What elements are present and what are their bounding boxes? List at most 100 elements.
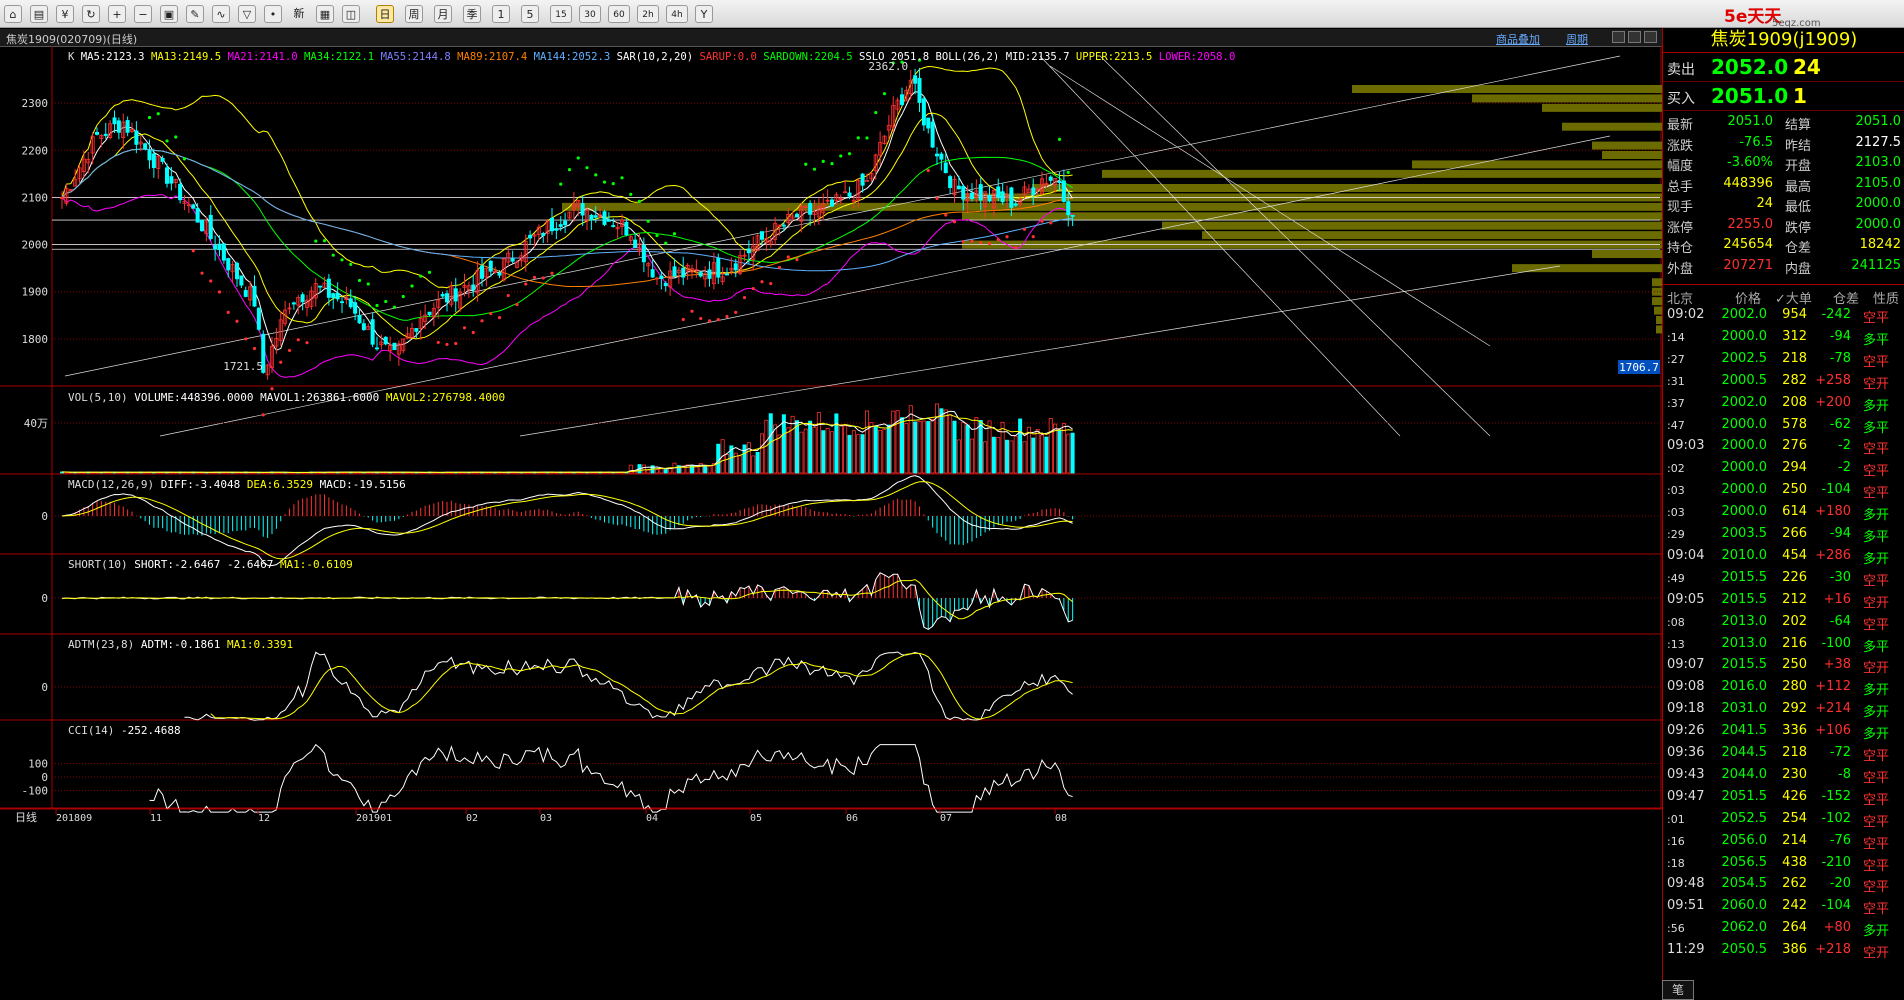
candle-body <box>747 249 750 253</box>
period-button-0[interactable]: 日 <box>376 5 394 23</box>
tick-row[interactable]: :132013.0216-100多平 <box>1663 633 1904 655</box>
volume-profile-bar <box>1562 123 1662 131</box>
table-icon[interactable]: ▦ <box>316 5 334 23</box>
tick-row[interactable]: :292003.5266-94多平 <box>1663 523 1904 545</box>
commodity-overlay-link[interactable]: 商品叠加 <box>1496 31 1540 47</box>
tick-row[interactable]: :472000.0578-62多平 <box>1663 414 1904 436</box>
sar-dot <box>192 249 195 252</box>
tick-row[interactable]: :182056.5438-210空平 <box>1663 852 1904 874</box>
candle-body <box>472 285 475 290</box>
news-icon[interactable]: • <box>264 5 282 23</box>
filter-icon[interactable]: ▽ <box>238 5 256 23</box>
tick-row[interactable]: :272002.5218-78空平 <box>1663 348 1904 370</box>
candle-body <box>634 240 637 248</box>
tick-cell-d: +16 <box>1811 592 1851 607</box>
tick-row[interactable]: 09:052015.5212+16空开 <box>1663 589 1904 611</box>
candle-body <box>113 118 116 124</box>
sell-row[interactable]: 卖出 2052.0 24 <box>1663 53 1904 82</box>
analysis-icon[interactable]: ∿ <box>212 5 230 23</box>
tick-row[interactable]: 09:082016.0280+112多开 <box>1663 676 1904 698</box>
kline-chart-area[interactable]: 230022002100200019001800K MA5:2123.3 MA1… <box>0 46 1662 998</box>
tick-row[interactable]: :022000.0294-2空平 <box>1663 457 1904 479</box>
volume-bar <box>966 425 969 473</box>
window-minimize-button[interactable] <box>1612 31 1625 43</box>
cycle-link[interactable]: 周期 <box>1566 31 1588 47</box>
tick-row[interactable]: :032000.0250-104空平 <box>1663 479 1904 501</box>
refresh-icon[interactable]: ↻ <box>82 5 100 23</box>
stat-value: 2000.0 <box>1856 196 1902 211</box>
tick-row[interactable]: 11:292050.5386+218空开 <box>1663 939 1904 961</box>
candle-body <box>555 229 558 231</box>
stat-value: 241125 <box>1851 258 1901 273</box>
tick-row[interactable]: :142000.0312-94多平 <box>1663 326 1904 348</box>
period-button-6[interactable]: 15 <box>550 5 572 23</box>
news-button[interactable]: 新 <box>290 5 308 23</box>
candle-body <box>375 348 378 349</box>
tick-row[interactable]: :082013.0202-64空平 <box>1663 611 1904 633</box>
tick-row[interactable]: :312000.5282+258空开 <box>1663 370 1904 392</box>
tick-row[interactable]: :372002.0208+200多开 <box>1663 392 1904 414</box>
window-close-button[interactable] <box>1644 31 1657 43</box>
period-button-2[interactable]: 月 <box>434 5 452 23</box>
tick-tab[interactable]: 笔 <box>1662 980 1694 1000</box>
folder-icon[interactable]: ▤ <box>30 5 48 23</box>
buy-row[interactable]: 买入 2051.0 1 <box>1663 82 1904 111</box>
tick-cell-n: 空开 <box>1863 592 1903 611</box>
tick-row[interactable]: 09:072015.5250+38空开 <box>1663 654 1904 676</box>
money-icon[interactable]: ¥ <box>56 5 74 23</box>
window-restore-button[interactable] <box>1628 31 1641 43</box>
candle-body <box>209 215 212 238</box>
tick-row[interactable]: 09:042010.0454+286多开 <box>1663 545 1904 567</box>
period-button-7[interactable]: 30 <box>579 5 601 23</box>
tick-row[interactable]: :562062.0264+80多开 <box>1663 917 1904 939</box>
volume-bar <box>940 409 943 473</box>
sar-dot <box>585 166 588 169</box>
period-button-3[interactable]: 季 <box>463 5 481 23</box>
tick-row[interactable]: 09:362044.5218-72空平 <box>1663 742 1904 764</box>
tick-row[interactable]: 09:482054.5262-20空平 <box>1663 873 1904 895</box>
zoom-out-icon[interactable]: − <box>134 5 152 23</box>
window-icon[interactable]: ▣ <box>160 5 178 23</box>
tick-row[interactable]: :012052.5254-102空平 <box>1663 808 1904 830</box>
adtm_panel-header: ADTM(23,8) ADTM:-0.1861 MA1:0.3391 <box>68 638 293 651</box>
tick-row[interactable]: 09:032000.0276-2空平 <box>1663 435 1904 457</box>
tick-cell-n: 多开 <box>1863 723 1903 742</box>
tick-row[interactable]: 09:512060.0242-104空平 <box>1663 895 1904 917</box>
period-button-11[interactable]: Y <box>695 5 713 23</box>
sar-dot <box>244 337 247 340</box>
tick-row[interactable]: :032000.0614+180多开 <box>1663 501 1904 523</box>
price-tick-label: 2100 <box>22 191 49 204</box>
price-tick-label: 2000 <box>22 239 49 252</box>
volume-bar <box>883 429 886 473</box>
tick-cell-n: 空平 <box>1863 767 1903 786</box>
stat-value: 245654 <box>1723 237 1773 252</box>
candle-body <box>900 95 903 105</box>
home-icon[interactable]: ⌂ <box>4 5 22 23</box>
volume-profile-bar <box>562 203 1662 211</box>
tick-row[interactable]: :162056.0214-76空平 <box>1663 830 1904 852</box>
candle-body <box>594 216 597 218</box>
tick-row[interactable]: 09:432044.0230-8空平 <box>1663 764 1904 786</box>
sar-dot <box>1040 220 1043 223</box>
tick-row[interactable]: 09:182031.0292+214多开 <box>1663 698 1904 720</box>
candle-body <box>861 174 864 185</box>
period-button-8[interactable]: 60 <box>608 5 630 23</box>
period-button-4[interactable]: 1 <box>492 5 510 23</box>
zoom-in-icon[interactable]: + <box>108 5 126 23</box>
period-button-10[interactable]: 4h <box>666 5 688 23</box>
period-button-5[interactable]: 5 <box>521 5 539 23</box>
sar-dot <box>1032 235 1035 238</box>
quote-stat-row: 最新2051.0结算2051.0 <box>1663 112 1904 132</box>
tick-row[interactable]: 09:472051.5426-152空平 <box>1663 786 1904 808</box>
tick-row[interactable]: 09:022002.0954-242空平 <box>1663 304 1904 326</box>
tick-row[interactable]: :492015.5226-30空平 <box>1663 567 1904 589</box>
period-button-9[interactable]: 2h <box>637 5 659 23</box>
tick-cell-p: 2013.0 <box>1715 636 1767 651</box>
buy-volume: 1 <box>1793 84 1807 108</box>
tick-row[interactable]: 09:262041.5336+106多开 <box>1663 720 1904 742</box>
multi-chart-icon[interactable]: ◫ <box>342 5 360 23</box>
period-button-1[interactable]: 周 <box>405 5 423 23</box>
cci-tick-label: 100 <box>28 758 48 771</box>
volume-bar <box>747 443 750 473</box>
pen-icon[interactable]: ✎ <box>186 5 204 23</box>
